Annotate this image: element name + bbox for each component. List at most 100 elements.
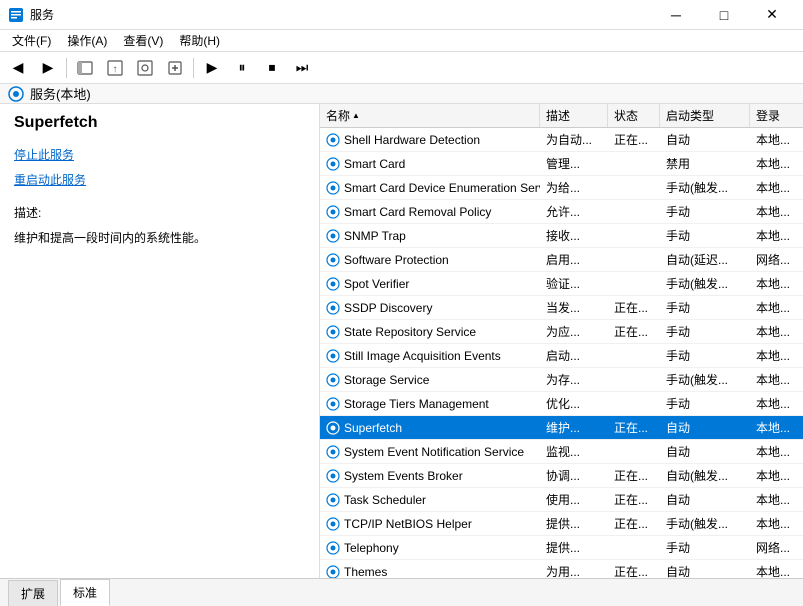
- maximize-button[interactable]: □: [701, 0, 747, 30]
- toolbar-separator-2: [193, 58, 194, 78]
- restart-service-link[interactable]: 重启动此服务: [14, 171, 305, 188]
- cell-name: Storage Service: [320, 368, 540, 391]
- cell-login: 本地...: [750, 296, 803, 319]
- menu-item-1[interactable]: 操作(A): [59, 30, 115, 51]
- cell-startup: 自动(延迟...: [660, 248, 750, 271]
- cell-name: Still Image Acquisition Events: [320, 344, 540, 367]
- content-wrapper: 服务(本地) Superfetch 停止此服务 重启动此服务 描述: 维护和提高…: [0, 84, 803, 586]
- cell-desc: 为用...: [540, 560, 608, 578]
- cell-name: Storage Tiers Management: [320, 392, 540, 415]
- table-row[interactable]: Telephony 提供... 手动 网络...: [320, 536, 803, 560]
- table-row[interactable]: Smart Card 管理... 禁用 本地...: [320, 152, 803, 176]
- cell-startup: 自动: [660, 560, 750, 578]
- toolbar: ◀ ▶ ↑ ▶ ⏸ ⏹ ⏭: [0, 52, 803, 84]
- cell-status: [608, 152, 660, 175]
- stop-button[interactable]: ⏹: [258, 55, 286, 81]
- svg-text:↑: ↑: [113, 64, 118, 75]
- cell-login: 本地...: [750, 200, 803, 223]
- cell-status: 正在...: [608, 464, 660, 487]
- table-row[interactable]: Superfetch 维护... 正在... 自动 本地...: [320, 416, 803, 440]
- cell-login: 本地...: [750, 512, 803, 535]
- show-hide-button[interactable]: [71, 55, 99, 81]
- table-row[interactable]: Smart Card Removal Policy 允许... 手动 本地...: [320, 200, 803, 224]
- minimize-button[interactable]: ─: [653, 0, 699, 30]
- cell-login: 本地...: [750, 464, 803, 487]
- tab-standard[interactable]: 标准: [60, 579, 110, 606]
- table-row[interactable]: Software Protection 启用... 自动(延迟... 网络...: [320, 248, 803, 272]
- service-table: 名称 ▲ 描述 状态 启动类型 登录: [320, 104, 803, 578]
- close-button[interactable]: ✕: [749, 0, 795, 30]
- main-content: Superfetch 停止此服务 重启动此服务 描述: 维护和提高一段时间内的系…: [0, 104, 803, 578]
- stop-service-link[interactable]: 停止此服务: [14, 146, 305, 163]
- table-body: Shell Hardware Detection 为自动... 正在... 自动…: [320, 128, 803, 578]
- table-row[interactable]: Smart Card Device Enumeration Servi... 为…: [320, 176, 803, 200]
- cell-desc: 优化...: [540, 392, 608, 415]
- cell-startup: 手动(触发...: [660, 176, 750, 199]
- col-header-status[interactable]: 状态: [608, 104, 660, 127]
- properties-button[interactable]: [131, 55, 159, 81]
- table-row[interactable]: SNMP Trap 接收... 手动 本地...: [320, 224, 803, 248]
- col-header-login[interactable]: 登录: [750, 104, 803, 127]
- tab-expand[interactable]: 扩展: [8, 580, 58, 606]
- restart-button[interactable]: ⏭: [288, 55, 316, 81]
- col-header-startup[interactable]: 启动类型: [660, 104, 750, 127]
- cell-status: 正在...: [608, 128, 660, 151]
- menu-item-0[interactable]: 文件(F): [4, 30, 59, 51]
- cell-status: 正在...: [608, 560, 660, 578]
- col-header-name[interactable]: 名称 ▲: [320, 104, 540, 127]
- table-row[interactable]: Spot Verifier 验证... 手动(触发... 本地...: [320, 272, 803, 296]
- menu-bar: 文件(F)操作(A)查看(V)帮助(H): [0, 30, 803, 52]
- cell-startup: 自动(触发...: [660, 464, 750, 487]
- table-row[interactable]: Shell Hardware Detection 为自动... 正在... 自动…: [320, 128, 803, 152]
- cell-startup: 手动: [660, 200, 750, 223]
- pause-button[interactable]: ⏸: [228, 55, 256, 81]
- cell-name: Shell Hardware Detection: [320, 128, 540, 151]
- cell-login: 网络...: [750, 536, 803, 559]
- cell-desc: 当发...: [540, 296, 608, 319]
- cell-name: Superfetch: [320, 416, 540, 439]
- col-header-desc[interactable]: 描述: [540, 104, 608, 127]
- service-icon: [326, 517, 340, 531]
- cell-login: 本地...: [750, 176, 803, 199]
- menu-item-2[interactable]: 查看(V): [115, 30, 171, 51]
- cell-status: [608, 344, 660, 367]
- cell-desc: 提供...: [540, 536, 608, 559]
- table-row[interactable]: System Events Broker 协调... 正在... 自动(触发..…: [320, 464, 803, 488]
- back-button[interactable]: ◀: [4, 55, 32, 81]
- new-button[interactable]: [161, 55, 189, 81]
- cell-status: 正在...: [608, 416, 660, 439]
- cell-name: Smart Card Removal Policy: [320, 200, 540, 223]
- table-row[interactable]: Storage Tiers Management 优化... 手动 本地...: [320, 392, 803, 416]
- header-icon: [8, 86, 24, 102]
- cell-name: Spot Verifier: [320, 272, 540, 295]
- table-row[interactable]: SSDP Discovery 当发... 正在... 手动 本地...: [320, 296, 803, 320]
- service-icon: [326, 157, 340, 171]
- service-icon: [326, 181, 340, 195]
- service-icon: [326, 133, 340, 147]
- table-row[interactable]: TCP/IP NetBIOS Helper 提供... 正在... 手动(触发.…: [320, 512, 803, 536]
- service-icon: [326, 445, 340, 459]
- cell-login: 本地...: [750, 392, 803, 415]
- cell-startup: 自动: [660, 128, 750, 151]
- table-row[interactable]: Task Scheduler 使用... 正在... 自动 本地...: [320, 488, 803, 512]
- table-row[interactable]: Themes 为用... 正在... 自动 本地...: [320, 560, 803, 578]
- table-row[interactable]: State Repository Service 为应... 正在... 手动 …: [320, 320, 803, 344]
- cell-name: Themes: [320, 560, 540, 578]
- cell-login: 网络...: [750, 248, 803, 271]
- menu-item-3[interactable]: 帮助(H): [171, 30, 228, 51]
- cell-name: Smart Card Device Enumeration Servi...: [320, 176, 540, 199]
- service-icon: [326, 469, 340, 483]
- cell-status: [608, 248, 660, 271]
- cell-startup: 手动(触发...: [660, 512, 750, 535]
- service-icon: [326, 301, 340, 315]
- cell-startup: 禁用: [660, 152, 750, 175]
- cell-status: [608, 200, 660, 223]
- table-row[interactable]: System Event Notification Service 监视... …: [320, 440, 803, 464]
- forward-button[interactable]: ▶: [34, 55, 62, 81]
- cell-status: 正在...: [608, 320, 660, 343]
- play-button[interactable]: ▶: [198, 55, 226, 81]
- cell-status: [608, 368, 660, 391]
- table-row[interactable]: Storage Service 为存... 手动(触发... 本地...: [320, 368, 803, 392]
- up-button[interactable]: ↑: [101, 55, 129, 81]
- table-row[interactable]: Still Image Acquisition Events 启动... 手动 …: [320, 344, 803, 368]
